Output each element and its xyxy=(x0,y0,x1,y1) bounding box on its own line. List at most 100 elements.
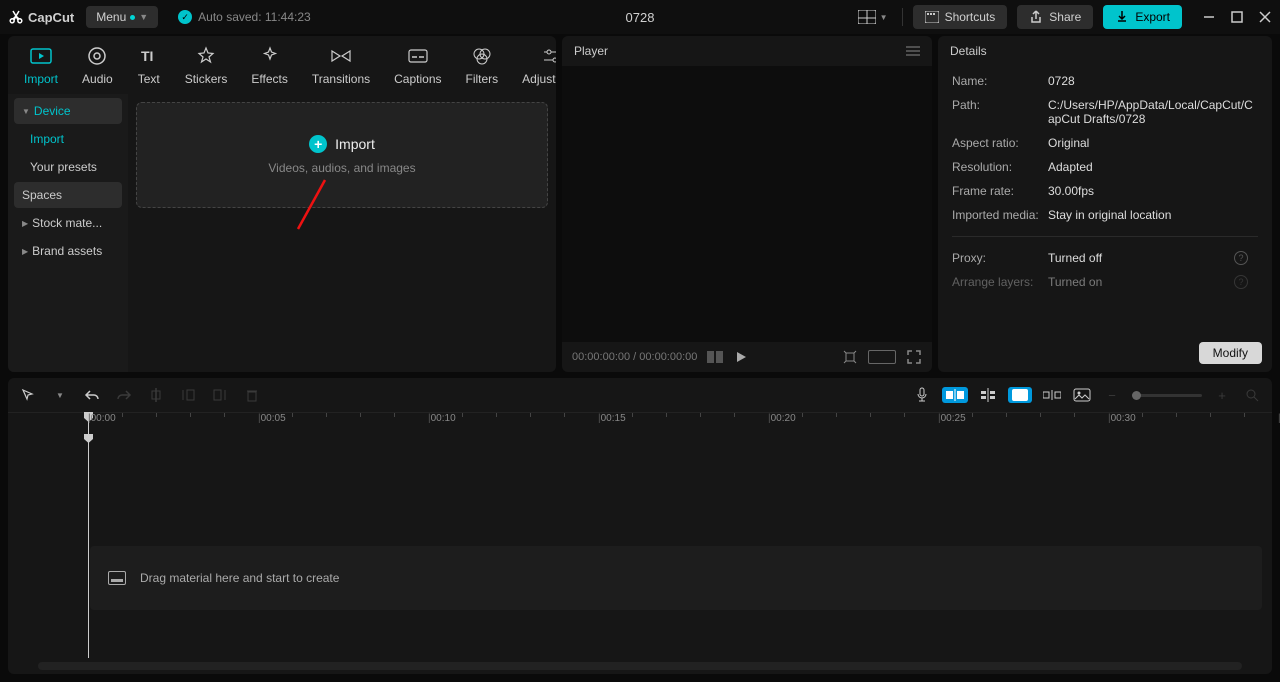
sidebar-item-stock[interactable]: ▶Stock mate... xyxy=(14,210,122,236)
align-tool[interactable] xyxy=(978,385,998,405)
snap-toggle[interactable] xyxy=(942,387,968,403)
details-header: Details xyxy=(938,36,1272,66)
ruler-label: |00:00 xyxy=(88,413,116,424)
player-panel: Player 00:00:00:00 / 00:00:00:00 xyxy=(562,36,932,372)
plus-circle-icon: + xyxy=(309,135,327,153)
delete-right-tool[interactable] xyxy=(210,385,230,405)
layout-button[interactable]: ▼ xyxy=(854,6,892,28)
tab-effects[interactable]: Effects xyxy=(241,40,297,94)
split-tool[interactable] xyxy=(146,385,166,405)
chevron-down-icon: ▼ xyxy=(139,12,148,22)
app-logo: CapCut xyxy=(8,9,74,25)
panel-menu-icon[interactable] xyxy=(906,45,920,57)
compare-icon[interactable] xyxy=(707,349,723,365)
mic-button[interactable] xyxy=(912,385,932,405)
player-controls: 00:00:00:00 / 00:00:00:00 xyxy=(562,342,932,372)
chevron-down-icon[interactable]: ▼ xyxy=(50,385,70,405)
player-header: Player xyxy=(562,36,932,66)
tab-adjustment[interactable]: Adjustment xyxy=(512,40,556,94)
tab-captions[interactable]: Captions xyxy=(384,40,451,94)
sidebar-item-spaces[interactable]: Spaces xyxy=(14,182,122,208)
media-tabs: Import Audio TI Text Stickers Effects Tr… xyxy=(8,36,556,94)
caret-right-icon: ▶ xyxy=(22,247,28,256)
ruler-label: |00:05 xyxy=(258,413,286,424)
audio-icon xyxy=(85,46,109,66)
details-title: Details xyxy=(950,44,987,58)
menu-button[interactable]: Menu ▼ xyxy=(86,6,158,28)
layout-icon xyxy=(858,10,876,24)
tab-import[interactable]: Import xyxy=(14,40,68,94)
import-dropzone[interactable]: + Import Videos, audios, and images xyxy=(136,102,548,208)
share-button[interactable]: Share xyxy=(1017,5,1093,29)
divider xyxy=(952,236,1258,237)
captions-icon xyxy=(406,46,430,66)
tab-transitions[interactable]: Transitions xyxy=(302,40,380,94)
source-sidebar: ▼Device Import Your presets Spaces ▶Stoc… xyxy=(8,94,128,372)
minimize-button[interactable] xyxy=(1202,10,1216,24)
timeline-drop-hint: Drag material here and start to create xyxy=(90,546,1262,610)
cover-tool[interactable] xyxy=(1072,385,1092,405)
export-button[interactable]: Export xyxy=(1103,5,1182,29)
transitions-icon xyxy=(329,46,353,66)
titlebar: CapCut Menu ▼ ✓ Auto saved: 11:44:23 072… xyxy=(0,0,1280,34)
redo-button[interactable] xyxy=(114,385,134,405)
detail-arrange: Arrange layers:Turned on? xyxy=(952,275,1258,289)
stickers-icon xyxy=(194,46,218,66)
scale-icon[interactable] xyxy=(842,349,858,365)
timeline-tracks[interactable]: Drag material here and start to create xyxy=(8,434,1272,658)
timeline-toolbar: ▼ − + xyxy=(8,378,1272,412)
import-title: Import xyxy=(335,136,375,152)
delete-tool[interactable] xyxy=(242,385,262,405)
close-button[interactable] xyxy=(1258,10,1272,24)
ratio-indicator[interactable] xyxy=(868,350,896,364)
help-icon[interactable]: ? xyxy=(1234,275,1248,289)
delete-left-tool[interactable] xyxy=(178,385,198,405)
caret-down-icon: ▼ xyxy=(22,107,30,116)
timeline-ruler[interactable]: |00:00|00:05|00:10|00:15|00:20|00:25|00:… xyxy=(8,412,1272,434)
sidebar-item-import[interactable]: Import xyxy=(14,126,122,152)
trim-tool[interactable] xyxy=(1042,385,1062,405)
text-icon: TI xyxy=(137,46,161,66)
menu-dot-icon xyxy=(130,15,135,20)
zoom-slider[interactable] xyxy=(1132,394,1202,397)
select-tool[interactable] xyxy=(18,385,38,405)
tab-audio[interactable]: Audio xyxy=(72,40,123,94)
player-title: Player xyxy=(574,44,608,58)
zoom-fit-button[interactable] xyxy=(1242,385,1262,405)
maximize-button[interactable] xyxy=(1230,10,1244,24)
effects-icon xyxy=(258,46,282,66)
modify-button[interactable]: Modify xyxy=(1199,342,1262,364)
ruler-label: |00:25 xyxy=(938,413,966,424)
fullscreen-icon[interactable] xyxy=(906,349,922,365)
zoom-out-button[interactable]: − xyxy=(1102,385,1122,405)
sidebar-item-presets[interactable]: Your presets xyxy=(14,154,122,180)
import-icon xyxy=(29,46,53,66)
player-viewport xyxy=(562,66,932,342)
svg-text:TI: TI xyxy=(141,48,153,64)
player-time: 00:00:00:00 / 00:00:00:00 xyxy=(572,351,697,363)
sidebar-item-brand[interactable]: ▶Brand assets xyxy=(14,238,122,264)
main-area: Import Audio TI Text Stickers Effects Tr… xyxy=(0,34,1280,374)
window-controls xyxy=(1202,10,1272,24)
adjustment-icon xyxy=(540,46,556,66)
tab-stickers[interactable]: Stickers xyxy=(175,40,238,94)
timeline-scrollbar[interactable] xyxy=(38,662,1242,670)
details-panel: Details Name:0728 Path:C:/Users/HP/AppDa… xyxy=(938,36,1272,372)
shortcuts-button[interactable]: Shortcuts xyxy=(913,5,1008,29)
project-title: 0728 xyxy=(626,10,655,25)
help-icon[interactable]: ? xyxy=(1234,251,1248,265)
sidebar-item-device[interactable]: ▼Device xyxy=(14,98,122,124)
preview-toggle[interactable] xyxy=(1008,387,1032,403)
tab-text[interactable]: TI Text xyxy=(127,40,171,94)
undo-button[interactable] xyxy=(82,385,102,405)
detail-proxy: Proxy:Turned off? xyxy=(952,251,1258,265)
detail-name: Name:0728 xyxy=(952,74,1258,88)
timeline-panel: ▼ − + |00:00|00:05|00:10|00:15|00:20|00:… xyxy=(8,378,1272,674)
filters-icon xyxy=(470,46,494,66)
details-body: Name:0728 Path:C:/Users/HP/AppData/Local… xyxy=(938,66,1272,372)
tab-filters[interactable]: Filters xyxy=(456,40,509,94)
chevron-down-icon: ▼ xyxy=(880,13,888,22)
zoom-in-button[interactable]: + xyxy=(1212,385,1232,405)
play-button[interactable] xyxy=(733,349,749,365)
detail-path: Path:C:/Users/HP/AppData/Local/CapCut/Ca… xyxy=(952,98,1258,126)
